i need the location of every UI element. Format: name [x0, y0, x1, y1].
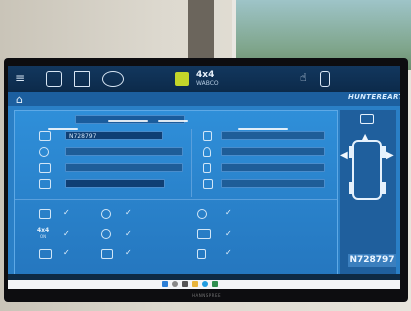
screen-glare: [158, 120, 188, 122]
screen-glare: [238, 128, 288, 130]
check-mark: ✓: [125, 248, 132, 257]
mode-title: 4x4: [196, 70, 215, 80]
axle-icon[interactable]: [74, 71, 90, 87]
person-icon: [203, 147, 211, 157]
taskview-icon[interactable]: [182, 281, 188, 287]
rear-right-wheel: [381, 182, 386, 194]
car-icon: [39, 131, 51, 141]
screen-glare: [48, 128, 78, 130]
trash-icon[interactable]: [320, 71, 330, 87]
vehicle-diagram-panel: ◀ ▶ ▲: [340, 110, 396, 276]
check-mark: ✓: [225, 208, 232, 217]
wheel-target-icon[interactable]: [102, 71, 124, 87]
vehicle-info-panel: N728797 ✓ ✓ ✓ 4x4 ON ✓ ✓ ✓ ✓ ✓ ✓: [14, 110, 338, 276]
start-icon[interactable]: [162, 281, 168, 287]
model-field[interactable]: [65, 163, 183, 172]
hand-gesture-icon[interactable]: ☝: [300, 71, 316, 87]
brand-badge-icon: [175, 72, 189, 86]
suspension-icon: [197, 249, 206, 259]
check-mark: ✓: [125, 208, 132, 217]
search-icon[interactable]: [172, 281, 178, 287]
camera-icon[interactable]: [46, 71, 62, 87]
camber-icon: [197, 229, 211, 239]
check-mark: ✓: [63, 229, 70, 238]
top-bar: ≡ 4x4 WABCO ☝: [8, 66, 400, 92]
column-divider: [191, 129, 192, 197]
front-left-wheel: [349, 146, 354, 158]
app-screen: ≡ 4x4 WABCO ☝ ⌂ HUNTEREARTH N728797: [8, 66, 400, 280]
4x4-on-label: ON: [40, 234, 47, 239]
home-icon[interactable]: ⌂: [16, 93, 23, 106]
plate-field[interactable]: N728797: [65, 131, 163, 140]
person-car-icon: [39, 179, 51, 189]
customer-field[interactable]: [221, 147, 325, 156]
rear-left-wheel: [349, 182, 354, 194]
menu-icon[interactable]: ≡: [15, 72, 25, 84]
wheel-lock-icon: [39, 209, 51, 219]
check-mark: ✓: [225, 229, 232, 238]
arrow-right-icon: ▶: [386, 150, 394, 161]
license-plate: N728797: [348, 254, 396, 267]
lift-icon: [203, 179, 213, 189]
mileage-field[interactable]: [65, 147, 183, 156]
monitor-brand: HANNSPREE: [192, 293, 222, 298]
section-divider: [15, 199, 337, 200]
truck-icon: [39, 163, 51, 173]
car-lift-icon: [101, 249, 113, 259]
os-taskbar: [8, 280, 400, 289]
app-icon[interactable]: [212, 281, 218, 287]
sub-bar: ⌂: [8, 92, 400, 106]
brand-logo: HUNTEREARTH: [348, 93, 400, 101]
4x4-label: 4x4: [37, 227, 50, 234]
check-mark: ✓: [63, 248, 70, 257]
axle-front-icon: [39, 249, 52, 259]
browser-icon[interactable]: [202, 281, 208, 287]
check-mark: ✓: [63, 208, 70, 217]
document-icon: [203, 131, 212, 141]
document-field[interactable]: [221, 131, 325, 140]
car-top-view: [352, 140, 382, 200]
tire-icon: [197, 209, 207, 219]
axle-top-icon: [360, 114, 374, 124]
arrow-up-icon: ▲: [362, 132, 369, 141]
owner-field[interactable]: [65, 179, 165, 188]
mode-subtitle: WABCO: [196, 80, 219, 87]
gauge-icon: [39, 147, 49, 157]
operator-field[interactable]: [221, 163, 325, 172]
check-mark: ✓: [125, 229, 132, 238]
explorer-icon[interactable]: [192, 281, 198, 287]
arrow-left-icon: ◀: [340, 150, 348, 161]
check-mark: ✓: [225, 248, 232, 257]
refresh-icon: [101, 229, 111, 239]
brake-disc-icon: [101, 209, 111, 219]
screen-glare: [108, 120, 148, 122]
operator-icon: [203, 163, 211, 173]
lift-field[interactable]: [221, 179, 325, 188]
